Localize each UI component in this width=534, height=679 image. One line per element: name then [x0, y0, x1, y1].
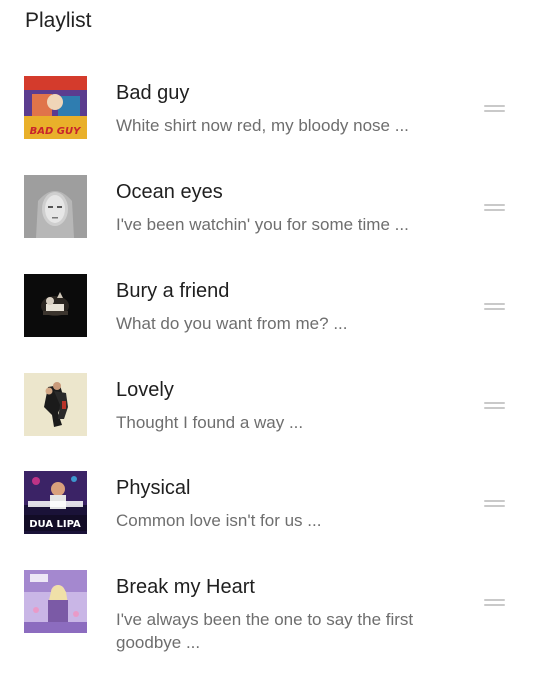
bad-guy-cover-art: BAD GUY: [24, 76, 87, 139]
song-lyric: What do you want from me? ...: [116, 314, 348, 333]
break-my-heart-cover-art: [24, 570, 87, 633]
playlist-title: Playlist: [25, 9, 92, 32]
playlist-item-break-my-heart[interactable]: Break my Heart I've always been the one …: [0, 570, 534, 660]
drag-handle-icon[interactable]: [484, 105, 505, 113]
playlist-item-ocean-eyes[interactable]: Ocean eyes I've been watchin' you for so…: [0, 175, 534, 265]
drag-handle-icon[interactable]: [484, 204, 505, 212]
song-lyric: I've been watchin' you for some time ...: [116, 215, 409, 234]
drag-handle-icon[interactable]: [484, 402, 505, 410]
album-cover-bury-a-friend: [24, 274, 87, 337]
playlist-item-physical[interactable]: DUA LIPA Physical Common love isn't for …: [0, 471, 534, 561]
album-cover-lovely: [24, 373, 87, 436]
physical-cover-art: DUA LIPA: [24, 471, 87, 534]
physical-cover-text: DUA LIPA: [29, 519, 81, 530]
song-lyric: Thought I found a way ...: [116, 413, 304, 432]
song-lyric: White shirt now red, my bloody nose ...: [116, 116, 409, 135]
album-cover-break-my-heart: [24, 570, 87, 633]
song-title: Bury a friend: [116, 280, 230, 302]
song-title: Break my Heart: [116, 576, 255, 598]
album-cover-bad-guy: BAD GUY: [24, 76, 87, 139]
song-title: Lovely: [116, 379, 174, 401]
playlist-item-bad-guy[interactable]: BAD GUY Bad guy White shirt now red, my …: [0, 76, 534, 166]
song-lyric: I've always been the one to say the firs…: [116, 610, 414, 652]
bad-guy-cover-text: BAD GUY: [30, 126, 82, 137]
drag-handle-icon[interactable]: [484, 303, 505, 311]
song-title: Physical: [116, 477, 191, 499]
song-title: Ocean eyes: [116, 181, 223, 203]
song-lyric: Common love isn't for us ...: [116, 511, 322, 530]
bury-a-friend-cover-art: [24, 274, 87, 337]
album-cover-ocean-eyes: [24, 175, 87, 238]
lovely-cover-art: [24, 373, 87, 436]
drag-handle-icon[interactable]: [484, 599, 505, 607]
drag-handle-icon[interactable]: [484, 500, 505, 508]
ocean-eyes-cover-art: [24, 175, 87, 238]
playlist-item-bury-a-friend[interactable]: Bury a friend What do you want from me? …: [0, 274, 534, 364]
album-cover-physical: DUA LIPA: [24, 471, 87, 534]
playlist-item-lovely[interactable]: Lovely Thought I found a way ...: [0, 373, 534, 463]
song-title: Bad guy: [116, 82, 190, 104]
